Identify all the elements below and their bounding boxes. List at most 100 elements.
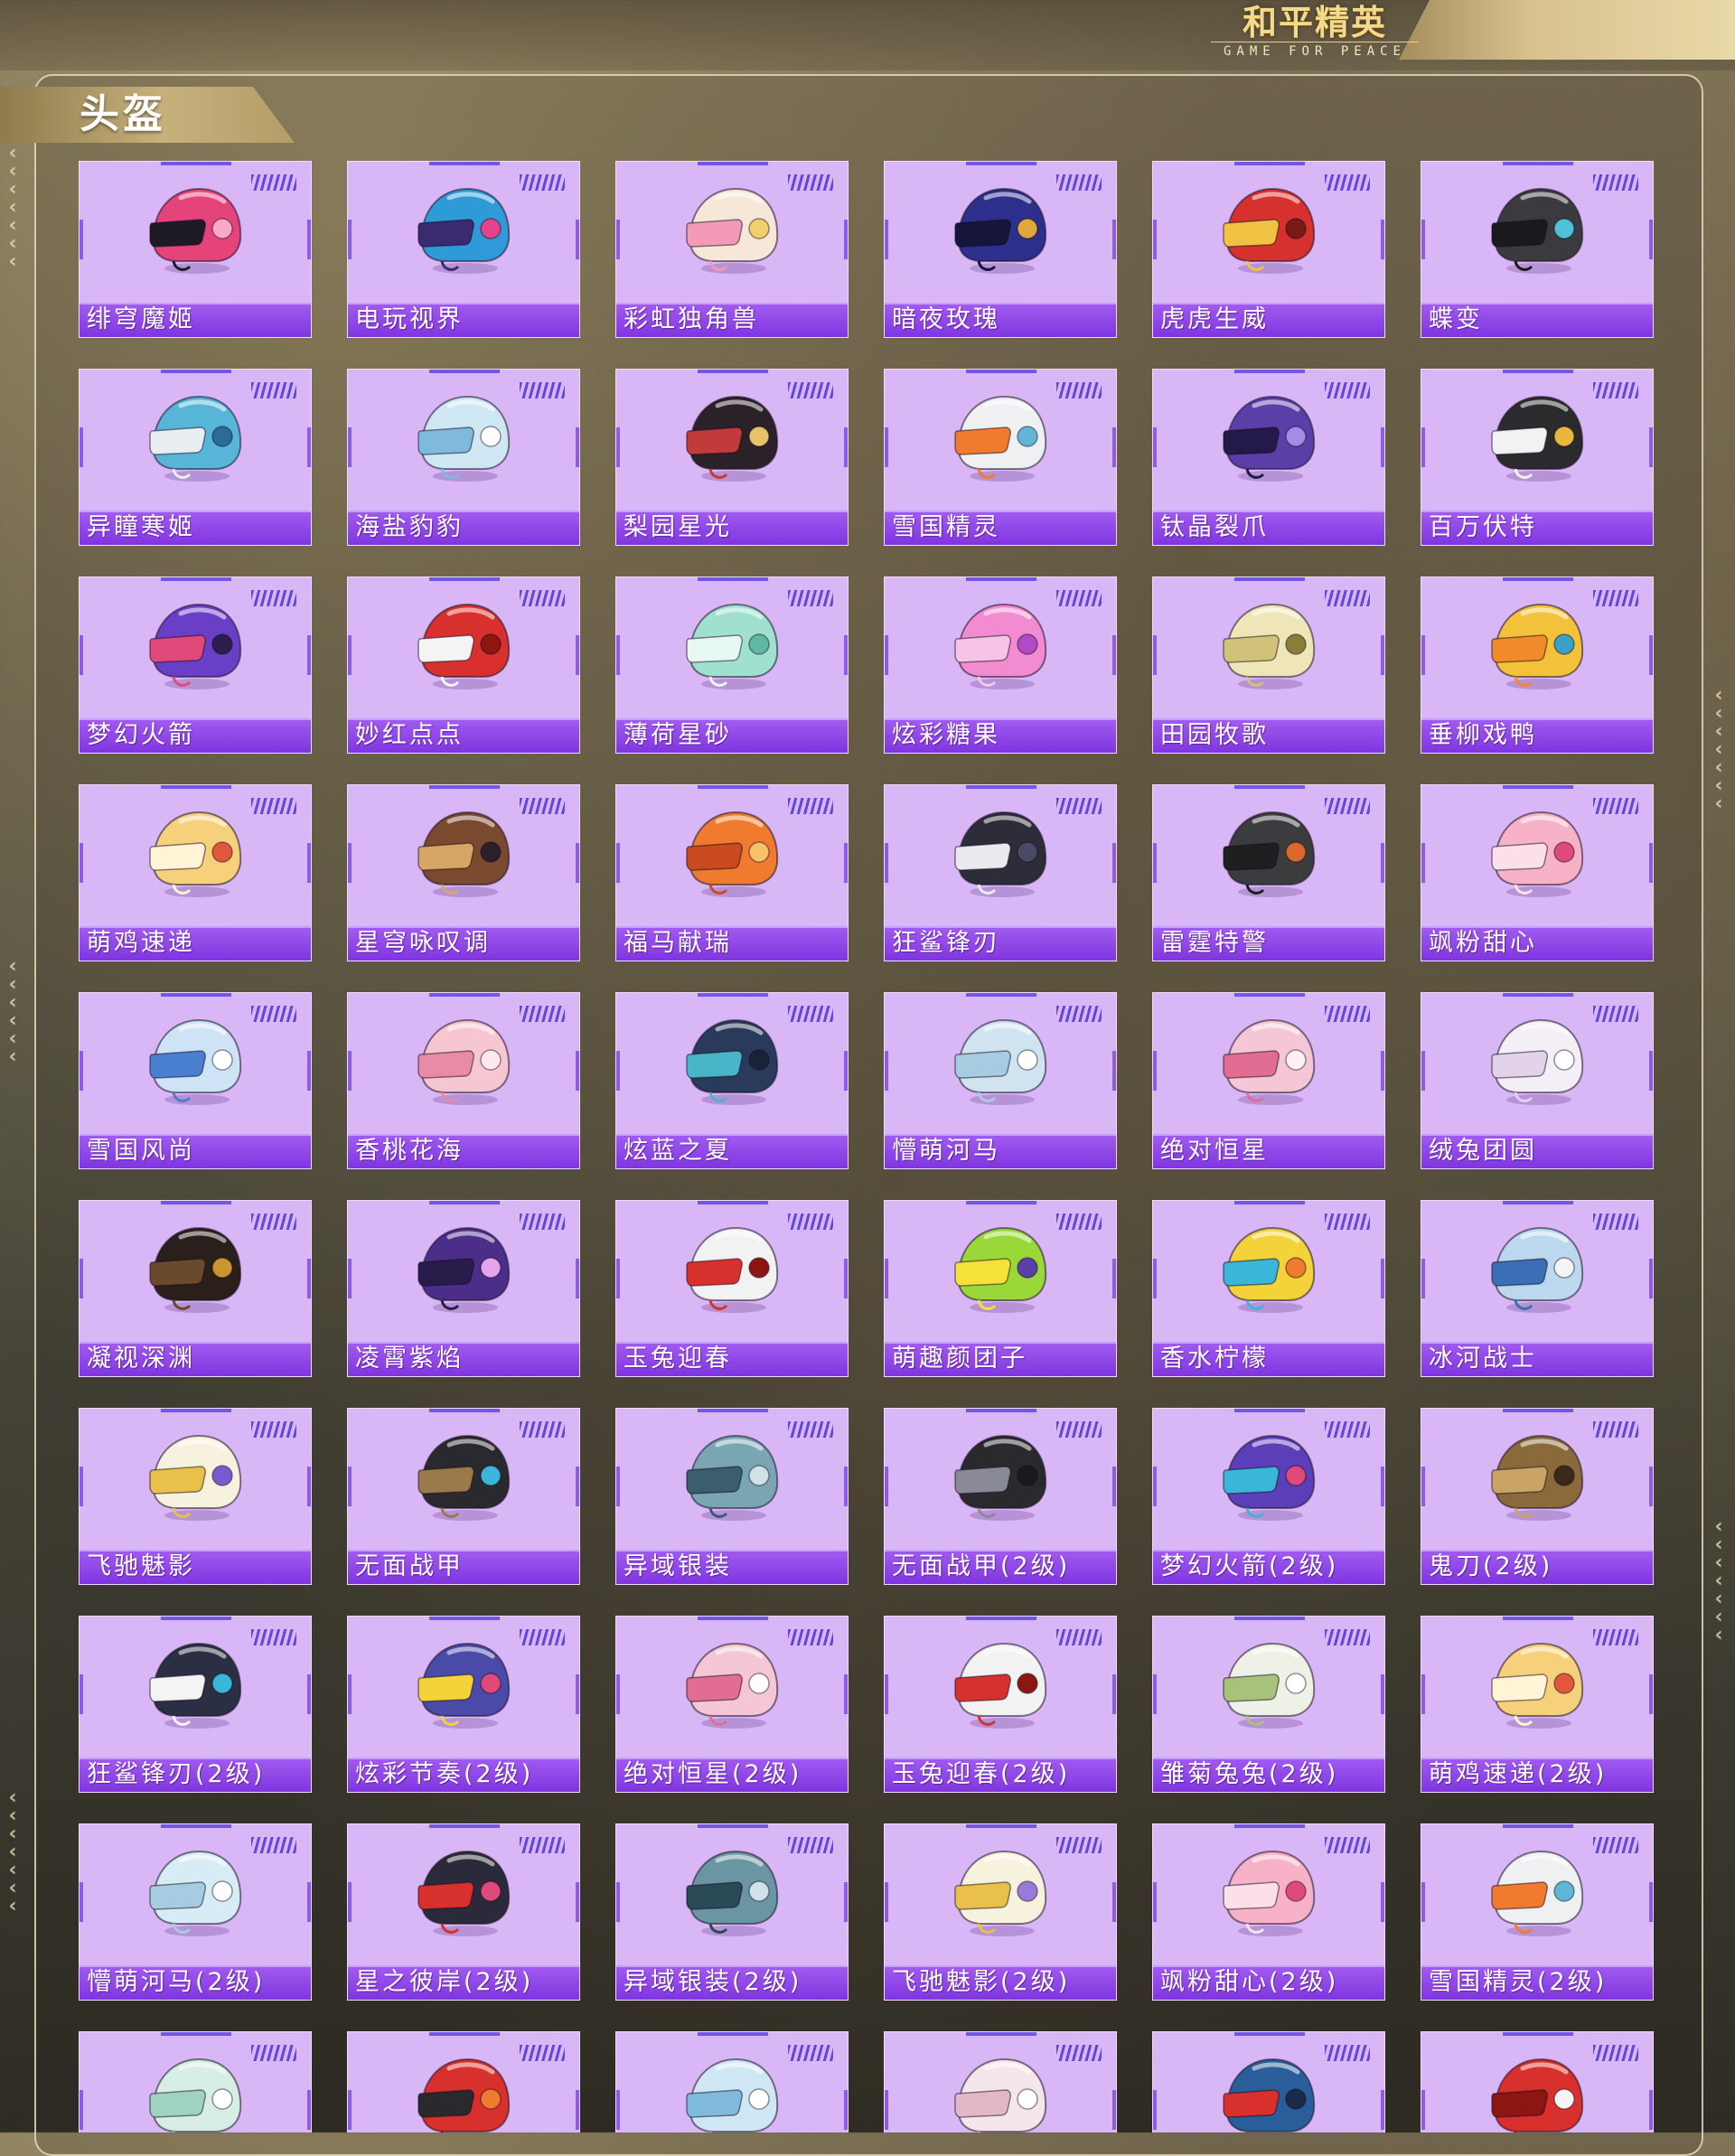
helmet-card[interactable]: 香水柠檬 [1152,1200,1385,1377]
helmet-card[interactable]: 梦幻火箭(2级) [1152,1408,1385,1585]
helmet-card[interactable]: 玉兔迎春(2级) [884,1616,1117,1793]
helmet-card[interactable]: 萌鸡速递(2级) [1421,1616,1654,1793]
card-bracket [1421,1259,1425,1298]
helmet-card[interactable] [1421,2031,1654,2133]
helmet-card[interactable]: 异瞳寒姬 [79,369,312,546]
helmet-card[interactable] [615,2031,849,2133]
card-bracket [1153,1882,1157,1922]
helmet-ornament [1017,426,1038,447]
helmet-icon [954,603,1047,689]
helmet-card[interactable]: 飒粉甜心(2级) [1152,1823,1385,2001]
helmet-visor [417,219,474,248]
helmet-card[interactable]: 异域银装(2级) [615,1823,849,2001]
helmet-card[interactable]: 异域银装 [615,1408,849,1585]
card-bracket [1381,2090,1384,2130]
helmet-card[interactable]: 梦幻火箭 [79,576,312,754]
helmet-card[interactable]: 雷霆特警 [1152,784,1385,961]
helmet-card[interactable]: 飞驰魅影(2级) [884,1823,1117,2001]
helmet-card[interactable]: 玉兔迎春 [615,1200,849,1377]
helmet-card[interactable]: 绝对恒星(2级) [615,1616,849,1793]
helmet-card[interactable]: 炫彩糖果 [884,576,1117,754]
helmet-card[interactable]: 绒兔团圆 [1421,992,1654,1169]
helmet-visor [149,1673,206,1702]
helmet-ornament [211,426,233,447]
helmet-card[interactable]: 凌霄紫焰 [347,1200,580,1377]
helmet-ornament [1553,218,1575,239]
helmet-ornament [211,218,233,239]
helmet-card[interactable]: 田园牧歌 [1152,576,1385,754]
card-bracket [348,1259,352,1298]
helmet-card[interactable]: 香桃花海 [347,992,580,1169]
card-bracket [616,843,620,883]
helmet-card[interactable]: 妙红点点 [347,576,580,754]
helmet-card[interactable]: 炫彩节奏(2级) [347,1616,580,1793]
card-bracket [307,1259,311,1298]
helmet-card[interactable]: 雪国精灵(2级) [1421,1823,1654,2001]
helmet-icon [149,187,242,274]
helmet-card[interactable]: 狂鲨锋刃(2级) [79,1616,312,1793]
helmet-card[interactable]: 梨园星光 [615,369,849,546]
helmet-card[interactable] [884,2031,1117,2133]
helmet-card[interactable]: 萌趣颜团子 [884,1200,1117,1377]
card-bracket [1421,1674,1425,1714]
helmet-icon [417,1642,511,1729]
helmet-card[interactable]: 飞驰魅影 [79,1408,312,1585]
helmet-name: 电玩视界 [355,305,464,333]
helmet-card[interactable]: 钛晶裂爪 [1152,369,1385,546]
helmet-card[interactable]: 绯穹魔姬 [79,161,312,338]
helmet-card[interactable] [1152,2031,1385,2133]
helmet-card[interactable] [79,2031,312,2133]
helmet-card[interactable]: 无面战甲 [347,1408,580,1585]
rarity-stripes [1056,1837,1102,1853]
helmet-card[interactable]: 雪国精灵 [884,369,1117,546]
helmet-card[interactable]: 鬼刀(2级) [1421,1408,1654,1585]
helmet-card[interactable]: 冰河战士 [1421,1200,1654,1377]
helmet-name: 狂鲨锋刃(2级) [87,1760,266,1788]
helmet-card[interactable]: 蝶变 [1421,161,1654,338]
helmet-icon [686,811,779,897]
helmet-ornament [1285,1257,1307,1279]
helmet-card[interactable]: 星之彼岸(2级) [347,1823,580,2001]
helmet-card[interactable]: 无面战甲(2级) [884,1408,1117,1585]
helmet-visor [417,842,474,871]
card-bracket [1649,220,1653,259]
helmet-card[interactable] [347,2031,580,2133]
helmet-card[interactable]: 垂柳戏鸭 [1421,576,1654,754]
helmet-card[interactable]: 狂鲨锋刃 [884,784,1117,961]
helmet-card[interactable]: 绝对恒星 [1152,992,1385,1169]
helmet-card[interactable]: 暗夜玫瑰 [884,161,1117,338]
helmet-card[interactable]: 懵萌河马 [884,992,1117,1169]
helmet-card[interactable]: 雏菊兔兔(2级) [1152,1616,1385,1793]
helmet-ornament [1553,841,1575,863]
helmet-ornament [211,2088,233,2110]
helmet-card[interactable]: 薄荷星砂 [615,576,849,754]
helmet-visor [1491,1881,1548,1910]
helmet-card[interactable]: 福马献瑞 [615,784,849,961]
rarity-stripes [788,1837,833,1853]
helmet-card[interactable]: 飒粉甜心 [1421,784,1654,961]
card-bracket [1112,1051,1116,1091]
helmet-card[interactable]: 彩虹独角兽 [615,161,849,338]
helmet-card[interactable]: 海盐豹豹 [347,369,580,546]
helmet-card[interactable]: 虎虎生威 [1152,161,1385,338]
helmet-card[interactable]: 懵萌河马(2级) [79,1823,312,2001]
helmet-visor [1491,634,1548,663]
helmet-name: 虎虎生威 [1160,305,1269,333]
helmet-icon [149,2058,242,2133]
helmet-card[interactable]: 电玩视界 [347,161,580,338]
helmet-card[interactable]: 星穹咏叹调 [347,784,580,961]
card-bracket [885,1051,888,1091]
helmet-card[interactable]: 萌鸡速递 [79,784,312,961]
helmet-card[interactable]: 炫蓝之夏 [615,992,849,1169]
helmet-card[interactable]: 百万伏特 [1421,369,1654,546]
helmet-card[interactable]: 凝视深渊 [79,1200,312,1377]
rarity-stripes [520,174,565,191]
card-bracket [1153,843,1157,883]
helmet-card[interactable]: 雪国风尚 [79,992,312,1169]
rarity-stripes [1593,2045,1638,2061]
helmet-ornament [211,1257,233,1279]
helmet-visor [954,842,1011,871]
helmet-icon [954,1642,1047,1729]
helmet-icon [149,603,242,689]
helmet-visor [686,634,743,663]
